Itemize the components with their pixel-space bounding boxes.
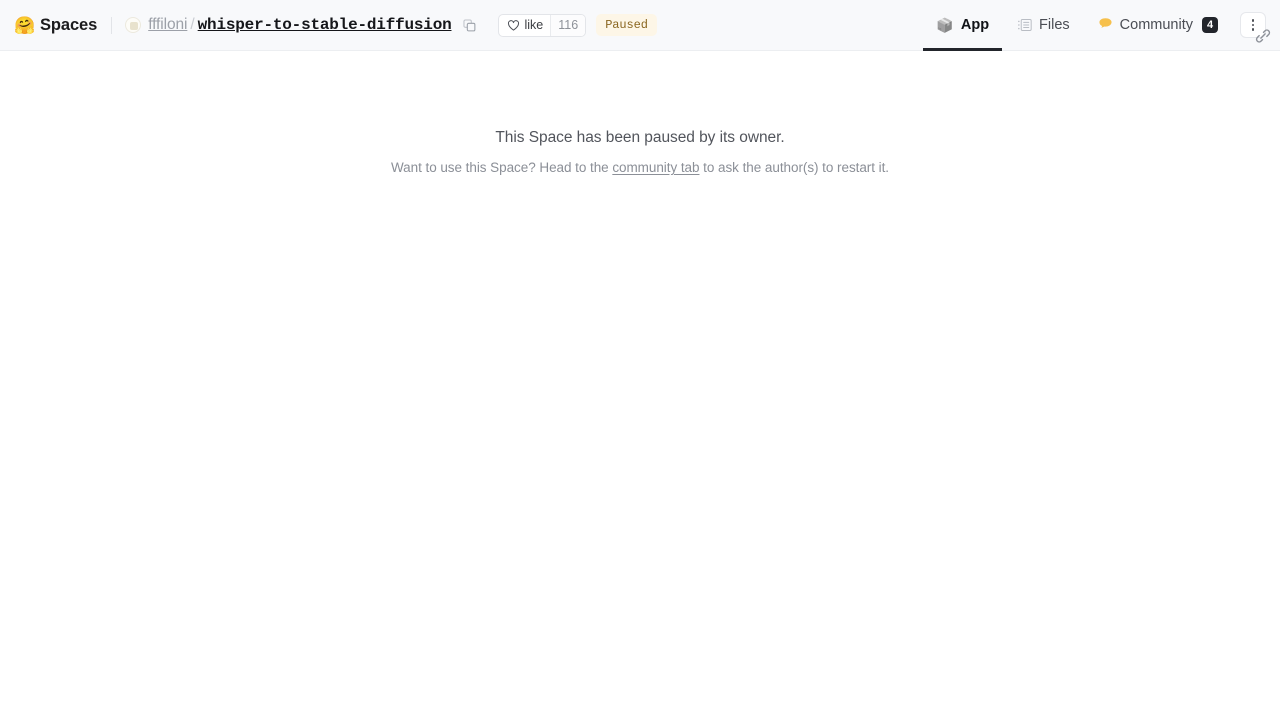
breadcrumb-space-name[interactable]: whisper-to-stable-diffusion bbox=[198, 16, 452, 34]
kebab-menu-icon-glyph bbox=[1251, 19, 1255, 31]
copy-icon[interactable] bbox=[460, 15, 480, 35]
page-header: 🤗 Spaces fffiloni / whisper-to-stable-di… bbox=[0, 0, 1280, 51]
breadcrumb: fffiloni / whisper-to-stable-diffusion bbox=[125, 15, 479, 35]
paused-title: This Space has been paused by its owner. bbox=[495, 129, 785, 146]
tab-files-label: Files bbox=[1039, 17, 1070, 33]
community-icon bbox=[1098, 17, 1113, 33]
box-icon: 📦 bbox=[936, 17, 954, 33]
header-meta-group: like 116 Paused bbox=[497, 13, 657, 37]
tab-app[interactable]: 📦 App bbox=[922, 0, 1003, 51]
tab-files[interactable]: Files bbox=[1003, 0, 1084, 51]
link-cursor-icon bbox=[1255, 29, 1271, 43]
community-icon-glyph bbox=[1099, 18, 1112, 28]
like-button-label: like bbox=[524, 18, 544, 32]
community-count-badge: 4 bbox=[1202, 17, 1218, 33]
spaces-brand-label: Spaces bbox=[40, 15, 98, 34]
spaces-brand-link[interactable]: 🤗 Spaces bbox=[14, 16, 97, 35]
header-left-group: 🤗 Spaces fffiloni / whisper-to-stable-di… bbox=[14, 0, 657, 51]
files-list-icon-glyph bbox=[1017, 19, 1032, 31]
huggingface-logo-icon: 🤗 bbox=[14, 15, 36, 35]
copy-icon-glyph bbox=[463, 18, 476, 31]
kebab-menu-icon[interactable] bbox=[1240, 12, 1271, 43]
like-count: 116 bbox=[550, 14, 586, 36]
header-nav-tabs: 📦 App Files Community 4 bbox=[922, 0, 1271, 51]
paused-subtitle-before: Want to use this Space? Head to the bbox=[390, 160, 613, 175]
tab-app-label: App bbox=[960, 17, 990, 33]
space-paused-container: This Space has been paused by its owner.… bbox=[0, 51, 1280, 720]
tab-community[interactable]: Community 4 bbox=[1084, 0, 1232, 51]
paused-subtitle: Want to use this Space? Head to the comm… bbox=[0, 160, 1280, 175]
paused-subtitle-after: to ask the author(s) to restart it. bbox=[699, 160, 889, 175]
header-divider bbox=[111, 16, 113, 34]
breadcrumb-owner-link[interactable]: fffiloni bbox=[148, 16, 187, 34]
like-button-main[interactable]: like bbox=[499, 15, 551, 36]
tab-community-label: Community bbox=[1119, 17, 1193, 33]
files-list-icon bbox=[1017, 19, 1032, 32]
breadcrumb-separator: / bbox=[190, 16, 195, 33]
owner-avatar bbox=[125, 17, 142, 33]
community-tab-link[interactable]: community tab bbox=[612, 160, 699, 175]
status-badge: Paused bbox=[596, 14, 657, 36]
heart-outline-icon bbox=[507, 19, 519, 31]
like-button[interactable]: like 116 bbox=[497, 13, 587, 37]
